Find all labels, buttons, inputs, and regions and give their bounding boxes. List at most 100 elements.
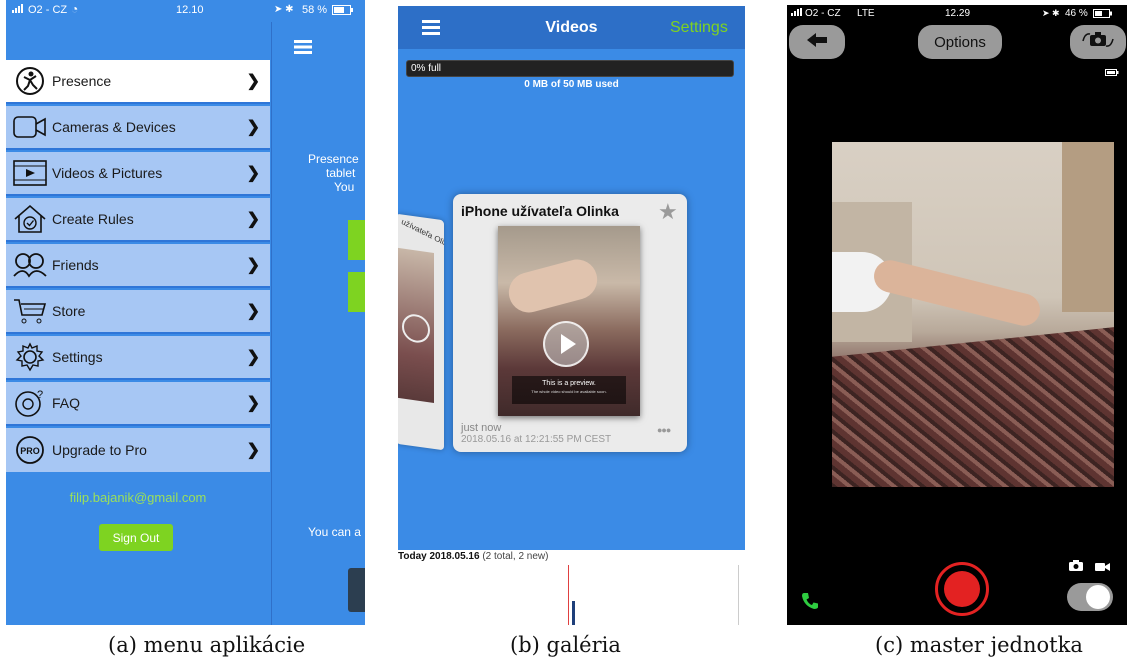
preview-notice: This is a preview. The whole video shoul… xyxy=(512,376,626,404)
menu-item-presence[interactable]: Presence ❯ xyxy=(6,60,270,104)
card-title: užívateľa Olinka xyxy=(400,217,444,253)
video-card[interactable]: iPhone užívateľa Olinka ★ This is a prev… xyxy=(453,194,687,452)
menu-item-settings[interactable]: Settings ❯ xyxy=(6,336,270,380)
chevron-right-icon: ❯ xyxy=(246,73,260,90)
menu-item-faq[interactable]: ? FAQ ❯ xyxy=(6,382,270,426)
battery-icon xyxy=(1093,9,1113,21)
play-button[interactable] xyxy=(543,321,589,367)
preview-line: The whole video should be available soon… xyxy=(531,389,607,394)
house-check-icon xyxy=(12,204,48,234)
menu-item-store[interactable]: Store ❯ xyxy=(6,290,270,334)
settings-link[interactable]: Settings xyxy=(670,19,728,37)
favorite-star-icon[interactable]: ★ xyxy=(658,199,678,225)
chevron-right-icon: ❯ xyxy=(246,395,260,412)
timeline-marker xyxy=(572,601,575,625)
chevron-right-icon: ❯ xyxy=(246,211,260,228)
timeline-cursor xyxy=(568,565,569,625)
previous-video-card[interactable]: užívateľa Olinka xyxy=(398,213,444,451)
sign-out-button[interactable]: Sign Out xyxy=(99,524,173,551)
video-thumbnail[interactable]: This is a preview. The whole video shoul… xyxy=(498,226,640,416)
chevron-right-icon: ❯ xyxy=(246,165,260,182)
chevron-right-icon: ❯ xyxy=(246,303,260,320)
faq-icon: ? xyxy=(12,388,48,418)
carrier-label: O2 - CZ xyxy=(28,4,68,16)
card-title: iPhone užívateľa Olinka xyxy=(461,203,619,219)
svg-text:PRO: PRO xyxy=(20,446,40,456)
caption-c: (c) master jednotka xyxy=(875,633,1083,657)
card-timestamp: 2018.05.16 at 12:21:55 PM CEST xyxy=(461,434,612,445)
menu-label: Store xyxy=(52,303,86,319)
photo-mode-icon[interactable] xyxy=(1069,558,1083,576)
chevron-right-icon: ❯ xyxy=(246,442,260,459)
battery-icon xyxy=(1105,63,1119,81)
chevron-right-icon: ❯ xyxy=(246,257,260,274)
caption-a: (a) menu aplikácie xyxy=(108,633,306,657)
battery-percent: 58 % xyxy=(302,4,328,16)
wifi-icon: ◔ xyxy=(71,2,79,16)
record-button[interactable] xyxy=(935,562,989,616)
video-film-icon xyxy=(12,158,48,188)
video-mode-icon[interactable] xyxy=(1095,559,1111,577)
menu-label: Friends xyxy=(52,257,99,273)
signal-icon xyxy=(791,8,803,19)
timeline[interactable] xyxy=(398,565,745,625)
toggle-knob xyxy=(1086,585,1110,609)
menu-label: Cameras & Devices xyxy=(52,119,176,135)
menu-item-cameras[interactable]: Cameras & Devices ❯ xyxy=(6,106,270,150)
green-button[interactable] xyxy=(348,272,365,312)
network-label: LTE xyxy=(857,8,875,19)
master-unit-screen: O2 - CZ LTE 12.29 ➤ ✱ 46 % Options xyxy=(787,5,1127,625)
cart-icon xyxy=(12,296,48,326)
back-button[interactable] xyxy=(789,25,845,59)
gallery-body: 0% full 0 MB of 50 MB used užívateľa Oli… xyxy=(398,49,745,550)
location-bluetooth-icon: ➤ ✱ xyxy=(274,4,294,15)
presence-screen: Presence tablet You You can a xyxy=(271,22,365,625)
battery-percent: 46 % xyxy=(1065,8,1088,19)
hamburger-icon[interactable] xyxy=(294,40,312,59)
clock-label: 12.29 xyxy=(945,8,971,19)
dark-button[interactable] xyxy=(348,568,365,612)
pro-icon: PRO xyxy=(12,435,48,465)
preview-line: This is a preview. xyxy=(542,380,596,387)
timeline-date: Today 2018.05.16 xyxy=(398,551,480,562)
timeline-divider xyxy=(738,565,739,625)
card-when: just now xyxy=(461,422,502,434)
storage-label: 0% full xyxy=(411,63,442,74)
menu-item-videos[interactable]: Videos & Pictures ❯ xyxy=(6,152,270,196)
chevron-right-icon: ❯ xyxy=(246,119,260,136)
storage-bar: 0% full xyxy=(406,60,734,77)
green-button[interactable] xyxy=(348,220,365,260)
battery-icon xyxy=(332,5,354,18)
timeline-header: Today 2018.05.16 (2 total, 2 new) xyxy=(398,551,548,562)
mode-toggle[interactable] xyxy=(1067,583,1113,611)
svg-text:?: ? xyxy=(37,389,43,401)
gallery-screen: Videos Settings 0% full 0 MB of 50 MB us… xyxy=(398,6,745,625)
clock-label: 12.10 xyxy=(176,4,204,16)
options-button[interactable]: Options xyxy=(918,25,1002,59)
shelf-shape xyxy=(1062,142,1114,312)
carrier-label: O2 - CZ xyxy=(805,8,841,19)
camera-preview[interactable] xyxy=(832,142,1114,487)
menu-item-rules[interactable]: Create Rules ❯ xyxy=(6,198,270,242)
timeline-summary: (2 total, 2 new) xyxy=(482,551,549,562)
switch-camera-button[interactable] xyxy=(1070,25,1126,59)
presence-icon xyxy=(12,66,48,96)
call-icon[interactable] xyxy=(801,592,819,615)
presence-text: You can a xyxy=(308,525,361,539)
location-bluetooth-icon: ➤ ✱ xyxy=(1042,8,1060,18)
back-arrow-icon xyxy=(806,32,828,52)
menu-item-upgrade[interactable]: PRO Upgrade to Pro ❯ xyxy=(6,428,270,472)
presence-text: Presence xyxy=(308,152,359,166)
presence-text: You xyxy=(334,180,355,194)
switch-camera-icon xyxy=(1081,30,1115,54)
caption-b: (b) galéria xyxy=(510,633,621,657)
signal-icon xyxy=(12,4,26,16)
menu-label: FAQ xyxy=(52,395,81,411)
status-bar: O2 - CZ ◔ 12.10 ➤ ✱ 58 % xyxy=(6,0,365,22)
more-options-icon[interactable]: ●●● xyxy=(657,425,671,435)
menu-item-friends[interactable]: Friends ❯ xyxy=(6,244,270,288)
gear-icon xyxy=(12,342,48,372)
hand-shape xyxy=(504,255,602,317)
menu-label: Presence xyxy=(52,73,112,89)
storage-used: 0 MB of 50 MB used xyxy=(524,79,619,90)
